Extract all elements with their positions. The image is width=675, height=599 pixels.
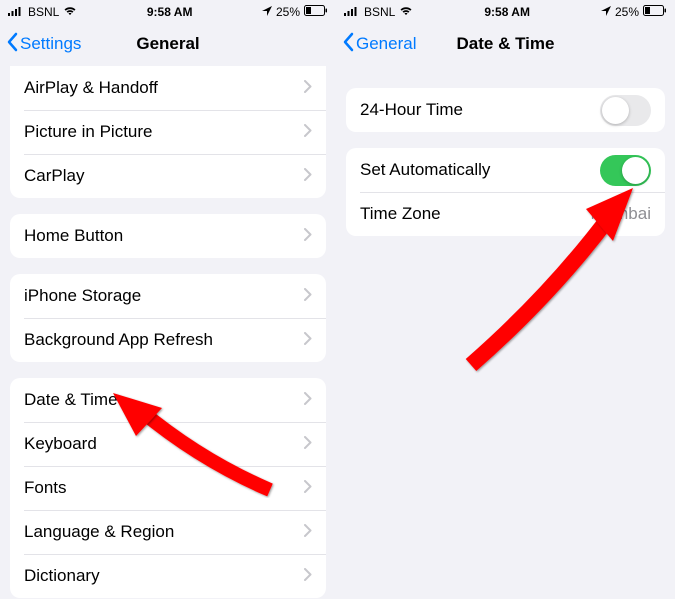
chevron-left-icon bbox=[6, 32, 18, 57]
nav-bar: Settings General bbox=[0, 22, 336, 66]
battery-icon bbox=[304, 5, 328, 19]
row-date-time[interactable]: Date & Time bbox=[10, 378, 326, 422]
location-icon bbox=[262, 5, 272, 19]
row-label: Home Button bbox=[24, 226, 296, 246]
battery-pct: 25% bbox=[276, 5, 300, 19]
carrier-label: BSNL bbox=[28, 5, 59, 19]
chevron-right-icon bbox=[304, 522, 312, 542]
signal-icon bbox=[344, 5, 360, 19]
row-label: AirPlay & Handoff bbox=[24, 78, 296, 98]
settings-group: Home Button bbox=[10, 214, 326, 258]
status-bar: BSNL 9:58 AM 25% bbox=[336, 0, 675, 22]
row-label: Language & Region bbox=[24, 522, 296, 542]
screen-general: BSNL 9:58 AM 25% Settings General AirPla… bbox=[0, 0, 336, 599]
chevron-right-icon bbox=[304, 434, 312, 454]
row-label: Dictionary bbox=[24, 566, 296, 586]
chevron-right-icon bbox=[304, 78, 312, 98]
content: 24-Hour Time Set Automatically Time Zone… bbox=[336, 88, 675, 236]
row-label: 24-Hour Time bbox=[360, 100, 600, 120]
settings-group: iPhone Storage Background App Refresh bbox=[10, 274, 326, 362]
row-carplay[interactable]: CarPlay bbox=[10, 154, 326, 198]
toggle-set-automatically[interactable] bbox=[600, 155, 651, 186]
back-label: General bbox=[356, 34, 416, 54]
status-left: BSNL bbox=[344, 5, 413, 19]
row-label: Date & Time bbox=[24, 390, 296, 410]
location-icon bbox=[601, 5, 611, 19]
row-fonts[interactable]: Fonts bbox=[10, 466, 326, 510]
nav-bar: General Date & Time bbox=[336, 22, 675, 66]
chevron-right-icon bbox=[304, 226, 312, 246]
row-label: Set Automatically bbox=[360, 160, 600, 180]
row-label: Time Zone bbox=[360, 204, 591, 224]
back-label: Settings bbox=[20, 34, 81, 54]
wifi-icon bbox=[399, 5, 413, 19]
battery-pct: 25% bbox=[615, 5, 639, 19]
settings-group: Date & Time Keyboard Fonts Language & Re… bbox=[10, 378, 326, 598]
page-title: Date & Time bbox=[457, 34, 555, 54]
row-home-button[interactable]: Home Button bbox=[10, 214, 326, 258]
status-left: BSNL bbox=[8, 5, 77, 19]
row-keyboard[interactable]: Keyboard bbox=[10, 422, 326, 466]
row-24-hour-time: 24-Hour Time bbox=[346, 88, 665, 132]
row-label: Fonts bbox=[24, 478, 296, 498]
row-picture-in-picture[interactable]: Picture in Picture bbox=[10, 110, 326, 154]
row-label: iPhone Storage bbox=[24, 286, 296, 306]
row-airplay-handoff[interactable]: AirPlay & Handoff bbox=[10, 66, 326, 110]
chevron-right-icon bbox=[304, 286, 312, 306]
row-label: Keyboard bbox=[24, 434, 296, 454]
chevron-right-icon bbox=[304, 390, 312, 410]
signal-icon bbox=[8, 5, 24, 19]
chevron-right-icon bbox=[304, 166, 312, 186]
status-time: 9:58 AM bbox=[484, 5, 530, 19]
toggle-24-hour[interactable] bbox=[600, 95, 651, 126]
row-language-region[interactable]: Language & Region bbox=[10, 510, 326, 554]
row-label: Picture in Picture bbox=[24, 122, 296, 142]
status-bar: BSNL 9:58 AM 25% bbox=[0, 0, 336, 22]
status-right: 25% bbox=[601, 5, 667, 19]
status-time: 9:58 AM bbox=[147, 5, 193, 19]
row-set-automatically: Set Automatically bbox=[346, 148, 665, 192]
content: AirPlay & Handoff Picture in Picture Car… bbox=[0, 66, 336, 598]
status-right: 25% bbox=[262, 5, 328, 19]
chevron-left-icon bbox=[342, 32, 354, 57]
page-title: General bbox=[136, 34, 199, 54]
screen-date-time: BSNL 9:58 AM 25% General Date & Time 24-… bbox=[336, 0, 675, 599]
row-label: CarPlay bbox=[24, 166, 296, 186]
row-value: Mumbai bbox=[591, 204, 651, 224]
wifi-icon bbox=[63, 5, 77, 19]
row-time-zone[interactable]: Time Zone Mumbai bbox=[346, 192, 665, 236]
chevron-right-icon bbox=[304, 330, 312, 350]
settings-group: 24-Hour Time bbox=[346, 88, 665, 132]
back-button[interactable]: General bbox=[342, 32, 416, 57]
chevron-right-icon bbox=[304, 122, 312, 142]
carrier-label: BSNL bbox=[364, 5, 395, 19]
row-dictionary[interactable]: Dictionary bbox=[10, 554, 326, 598]
row-label: Background App Refresh bbox=[24, 330, 296, 350]
back-button[interactable]: Settings bbox=[6, 32, 81, 57]
battery-icon bbox=[643, 5, 667, 19]
settings-group: AirPlay & Handoff Picture in Picture Car… bbox=[10, 66, 326, 198]
chevron-right-icon bbox=[304, 478, 312, 498]
row-background-app-refresh[interactable]: Background App Refresh bbox=[10, 318, 326, 362]
row-iphone-storage[interactable]: iPhone Storage bbox=[10, 274, 326, 318]
chevron-right-icon bbox=[304, 566, 312, 586]
settings-group: Set Automatically Time Zone Mumbai bbox=[346, 148, 665, 236]
